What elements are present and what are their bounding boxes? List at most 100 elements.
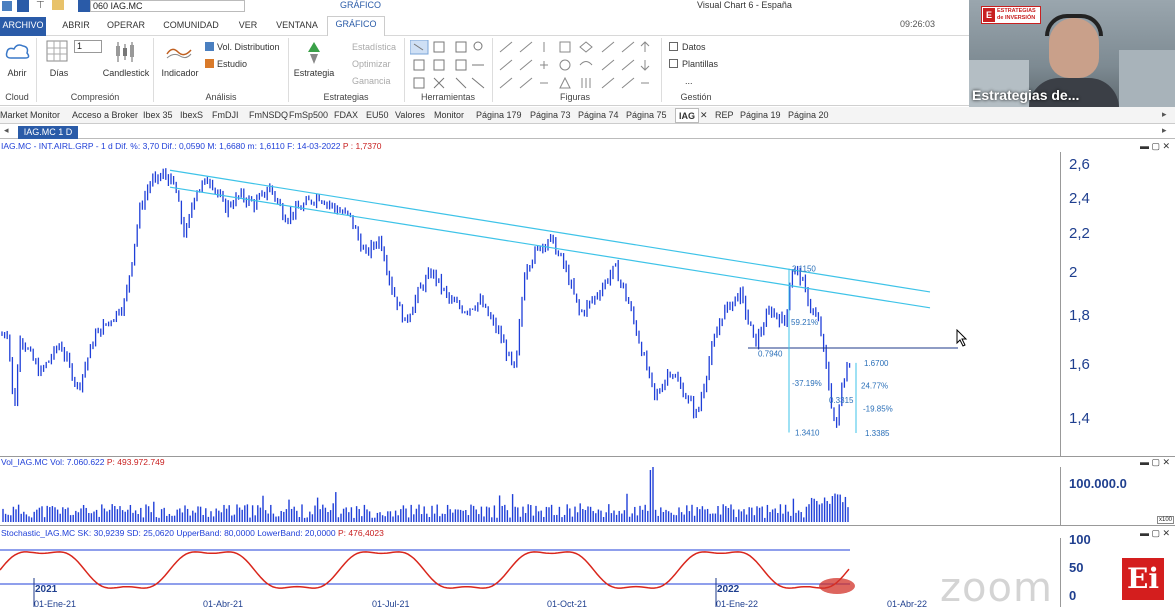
estrategia-button[interactable]: Estrategia <box>293 68 335 78</box>
ribbon: Abrir Cloud 1 Días Candlestick Compresió… <box>0 36 970 106</box>
scroll-left-icon[interactable]: ◂ <box>4 125 9 136</box>
stoch-tick: 100 <box>1069 532 1091 547</box>
dias-button[interactable]: Días <box>48 68 70 78</box>
group-cloud-label: Cloud <box>5 92 29 102</box>
estudio-button[interactable]: Estudio <box>217 59 247 69</box>
volume-tick: 100.000.0 <box>1069 476 1127 491</box>
stoch-sd: SD: 25,0620 <box>126 528 174 538</box>
figures-icons[interactable] <box>498 40 658 90</box>
ticker-tab-ibex-35[interactable]: Ibex 35 <box>143 110 173 120</box>
tab-grafico[interactable]: GRÁFICO <box>327 16 385 36</box>
indicador-button[interactable]: Indicador <box>158 68 202 78</box>
save-icon[interactable] <box>17 0 29 12</box>
ticker-tab-monitor[interactable]: Monitor <box>434 110 464 120</box>
price-tick: 1,8 <box>1069 307 1090 324</box>
panel-divider[interactable] <box>0 525 1175 526</box>
annotation-right-top: 1.6700 <box>864 359 889 368</box>
folder-icon[interactable] <box>52 0 64 10</box>
volume-scale-badge: x100 <box>1157 516 1175 524</box>
estudio-icon <box>205 59 214 68</box>
ticker-tab-rep[interactable]: REP <box>715 110 734 120</box>
volume-bars <box>2 467 849 522</box>
app-icon <box>2 1 12 11</box>
tab-ventana[interactable]: VENTANA <box>272 18 322 36</box>
stochastic-chart[interactable] <box>0 538 1060 607</box>
ticker-tab-p-gina-73[interactable]: Página 73 <box>530 110 571 120</box>
stoch-sk: SK: 30,9239 <box>77 528 125 538</box>
trendline-upper <box>169 169 931 293</box>
date-label: 01-Ene-21 <box>34 599 77 609</box>
ticker-tab-ibexs[interactable]: IbexS <box>180 110 203 120</box>
ticker-tab-p-gina-75[interactable]: Página 75 <box>626 110 667 120</box>
ticker-tab-p-gina-20[interactable]: Página 20 <box>788 110 829 120</box>
group-figuras-label: Figuras <box>559 92 590 102</box>
optimizar-button[interactable]: Optimizar <box>352 59 391 69</box>
strategy-arrows-icon <box>308 42 320 64</box>
main-m2: m: 1,6110 <box>247 141 285 151</box>
ticker-tab-fdax[interactable]: FDAX <box>334 110 358 120</box>
date-label: 01-Abr-22 <box>887 599 928 609</box>
pin-icon[interactable]: ⊤ <box>36 0 45 11</box>
tab-ver[interactable]: VER <box>233 18 263 36</box>
ticker-combo[interactable]: 060 IAG.MC <box>90 0 245 12</box>
ei-logo: Ei <box>1122 558 1164 600</box>
chart-icon[interactable] <box>78 0 90 12</box>
datos-button[interactable]: Datos <box>682 42 706 52</box>
close-tab-icon[interactable]: ✕ <box>700 110 708 121</box>
cloud-icon <box>5 44 30 59</box>
candles-group <box>1 168 851 428</box>
ticker-tab-market-monitor[interactable]: Market Monitor <box>0 110 60 120</box>
tools-icons[interactable] <box>410 40 488 90</box>
tab-abrir[interactable]: ABRIR <box>56 18 96 36</box>
scroll-right-icon[interactable]: ▸ <box>1162 109 1167 120</box>
annotation-neg19: -19.85% <box>863 405 893 414</box>
price-tick: 2 <box>1069 264 1078 281</box>
candlestick-button[interactable]: Candlestick <box>102 68 150 78</box>
indicator-icon <box>166 48 192 59</box>
stoch-tick: 0 <box>1069 588 1077 603</box>
tab-operar[interactable]: OPERAR <box>104 18 148 36</box>
ribbon-context-label: GRÁFICO <box>340 0 382 10</box>
days-input[interactable]: 1 <box>74 40 102 53</box>
group-herramientas-label: Herramientas <box>420 92 476 102</box>
vol-distribution-button[interactable]: Vol. Distribution <box>217 42 280 52</box>
ganancia-button[interactable]: Ganancia <box>352 76 391 86</box>
mouse-cursor-icon <box>956 329 968 347</box>
webcam-caption: Estrategias de... <box>972 87 1080 103</box>
document-tabs: ◂ IAG.MC 1 D ▸ <box>0 124 1175 139</box>
scroll-right-icon-2[interactable]: ▸ <box>1162 125 1167 136</box>
plantillas-icon <box>669 59 678 68</box>
main-panel-window-buttons[interactable]: ▬ ▢ ✕ <box>1140 141 1170 152</box>
ticker-tab-fmdji[interactable]: FmDJI <box>212 110 239 120</box>
group-estrategias-label: Estrategias <box>323 92 369 102</box>
volume-chart[interactable] <box>0 467 1060 525</box>
annotation-low-right: 1.3385 <box>865 429 890 438</box>
date-label: 01-Abr-21 <box>203 599 244 609</box>
document-tab-iag[interactable]: IAG.MC 1 D <box>18 126 78 139</box>
price-tick: 1,4 <box>1069 410 1090 427</box>
year-label-2022: 2022 <box>717 584 740 595</box>
ticker-tab-eu50[interactable]: EU50 <box>366 110 389 120</box>
ticker-tab-fmnsdq[interactable]: FmNSDQ <box>249 110 288 120</box>
tab-comunidad[interactable]: COMUNIDAD <box>159 18 223 36</box>
trendline-lower <box>169 186 931 309</box>
plantillas-button[interactable]: Plantillas <box>682 59 718 69</box>
ticker-tab-p-gina-74[interactable]: Página 74 <box>578 110 619 120</box>
menu-tabs: ARCHIVO ABRIR OPERAR COMUNIDAD VER VENTA… <box>0 14 970 36</box>
ticker-tab-iag[interactable]: IAG <box>675 108 700 123</box>
tab-archivo[interactable]: ARCHIVO <box>0 17 46 36</box>
price-chart[interactable]: 2.1150 59.21% 0.7940 -37.19% 1.3410 0.3315 1.6… <box>0 152 1060 456</box>
ticker-tab-acceso-a-broker[interactable]: Acceso a Broker <box>72 110 138 120</box>
gestion-more-button[interactable]: ... <box>685 76 693 86</box>
main-dif: Dif.: 0,0590 <box>161 141 205 151</box>
main-dif-pct: Dif. %: 3,70 <box>115 141 160 151</box>
ticker-tab-p-gina-19[interactable]: Página 19 <box>740 110 781 120</box>
annotation-pct-top: 59.21% <box>791 318 818 327</box>
ticker-tab-fmsp500[interactable]: FmSp500 <box>289 110 328 120</box>
stoch-lower: LowerBand: 20,0000 <box>257 528 336 538</box>
ticker-tab-valores[interactable]: Valores <box>395 110 425 120</box>
estadistica-button[interactable]: Estadística <box>352 42 396 52</box>
ticker-tab-p-gina-179[interactable]: Página 179 <box>476 110 522 120</box>
stoch-k-line <box>0 551 850 589</box>
abrir-cloud-button[interactable]: Abrir <box>6 68 28 78</box>
